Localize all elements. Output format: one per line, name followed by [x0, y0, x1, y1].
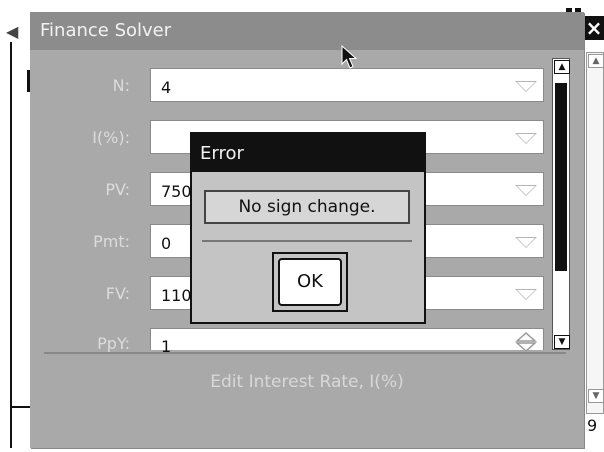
dialog-title: Finance Solver: [40, 20, 172, 41]
error-message: No sign change.: [204, 190, 410, 224]
scroll-up-icon[interactable]: ▲: [554, 60, 570, 74]
back-arrow-icon[interactable]: ◀: [6, 22, 18, 41]
dropdown-arrow-icon[interactable]: [515, 237, 537, 248]
scroll-up-icon[interactable]: ▲: [588, 54, 604, 68]
n-field[interactable]: 4: [150, 68, 544, 102]
mouse-pointer-icon: [341, 45, 358, 69]
up-down-spinner-icon[interactable]: [515, 331, 537, 353]
scroll-down-icon[interactable]: ▼: [588, 389, 604, 403]
label-pmt: Pmt:: [93, 232, 130, 251]
error-titlebar: Error: [192, 134, 424, 172]
close-icon[interactable]: ×: [584, 16, 604, 40]
document-border: [10, 42, 12, 448]
pv-value: 750: [161, 182, 192, 201]
background-text: 9: [587, 416, 598, 435]
status-hint: Edit Interest Rate, I(%): [210, 372, 404, 392]
label-ppy: PpY:: [97, 334, 130, 353]
label-fv: FV:: [105, 284, 130, 303]
dropdown-arrow-icon[interactable]: [515, 81, 537, 92]
label-n: N:: [112, 76, 130, 95]
dialog-scrollbar[interactable]: ▲ ▼: [552, 58, 570, 350]
error-title: Error: [200, 143, 244, 164]
document-scrollbar[interactable]: ▲ ▼: [586, 52, 604, 414]
dropdown-arrow-icon[interactable]: [515, 185, 537, 196]
ppy-field[interactable]: 1: [150, 328, 544, 356]
ok-focus-ring: OK: [272, 252, 348, 312]
dialog-titlebar: Finance Solver: [30, 12, 584, 50]
dropdown-arrow-icon[interactable]: [515, 289, 537, 300]
n-value: 4: [161, 78, 172, 97]
scrollbar-thumb[interactable]: [555, 83, 567, 271]
divider: [202, 240, 412, 242]
pmt-value: 0: [161, 234, 172, 253]
ok-button[interactable]: OK: [278, 258, 342, 306]
divider: [44, 352, 566, 354]
label-pv: PV:: [105, 180, 130, 199]
dropdown-arrow-icon[interactable]: [515, 133, 537, 144]
label-interest: I(%):: [92, 128, 130, 147]
error-dialog: Error No sign change. OK: [190, 132, 426, 324]
scroll-down-icon[interactable]: ▼: [554, 335, 570, 349]
